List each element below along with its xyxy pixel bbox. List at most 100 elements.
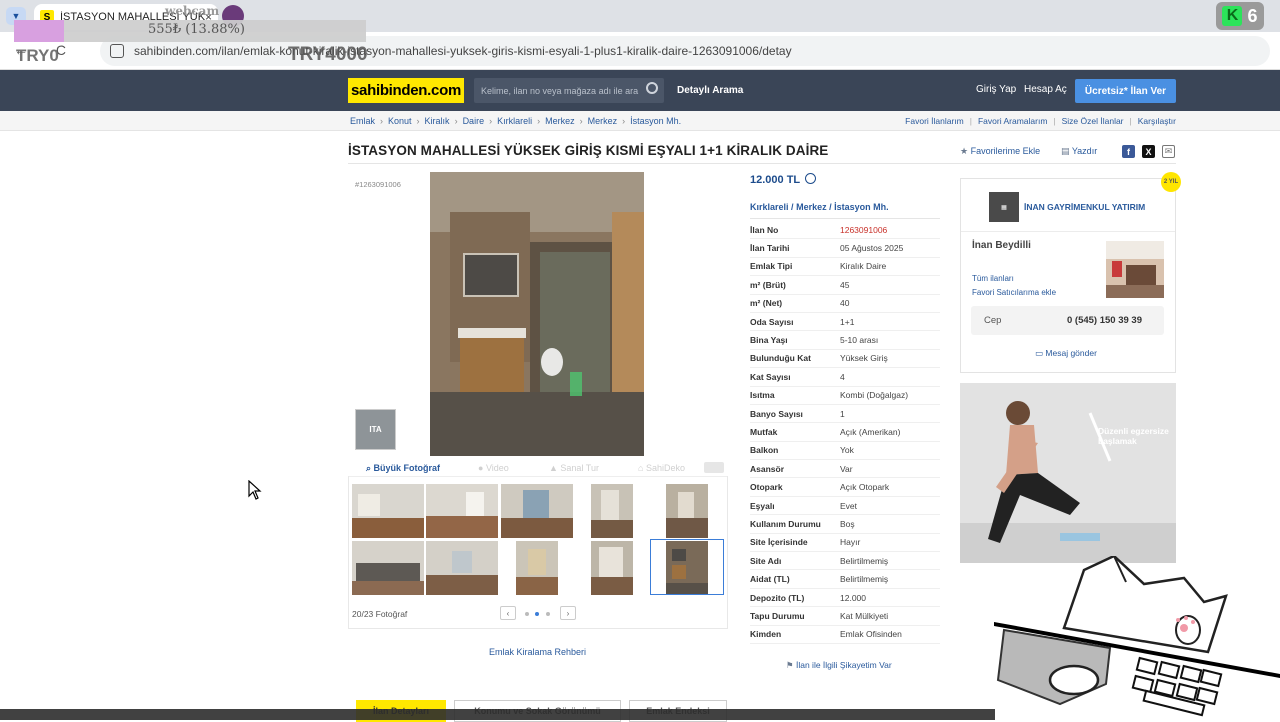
breadcrumb-item[interactable]: Emlak — [350, 116, 375, 126]
kick-logo-icon: K — [1222, 6, 1243, 26]
register-link[interactable]: Hesap Aç — [1024, 84, 1067, 95]
post-ad-button[interactable]: Ücretsiz* İlan Ver — [1075, 79, 1176, 103]
selected-thumbnail-frame — [650, 539, 724, 595]
agent-photo — [1106, 241, 1164, 298]
location-district[interactable]: Merkez — [796, 202, 827, 212]
breadcrumb-item[interactable]: Konut — [388, 116, 412, 126]
mail-icon[interactable]: ✉ — [1162, 145, 1175, 158]
info-row: Site Adı Belirtilmemiş — [750, 552, 940, 571]
phone-number[interactable]: 0 (545) 150 39 39 — [1067, 315, 1142, 326]
thumbnail[interactable] — [426, 484, 498, 538]
site-search-input[interactable]: Kelime, ilan no veya mağaza adı ile ara — [474, 78, 664, 103]
info-value: Var — [840, 463, 853, 474]
info-row: Asansör Var — [750, 460, 940, 479]
compare-link[interactable]: Karşılaştır — [1138, 116, 1176, 126]
page-dot[interactable] — [525, 612, 529, 616]
message-icon: ▭ — [1035, 348, 1046, 358]
info-row: Oda Sayısı 1+1 — [750, 313, 940, 332]
breadcrumb: Emlak › Konut › Kiralık › Daire › Kırklareli… — [350, 116, 682, 126]
advertisement[interactable] — [960, 383, 1176, 563]
site-settings-icon[interactable] — [110, 44, 124, 58]
ad-text: Düzenli egzersize başlamak — [1098, 426, 1169, 446]
info-value: Hayır — [840, 537, 861, 548]
info-row: Kimden Emlak Ofisinden — [750, 626, 940, 644]
special-listings-link[interactable]: Size Özel İlanlar — [1062, 116, 1124, 126]
info-value: Açık Otopark — [840, 482, 890, 493]
thumbnail[interactable] — [352, 484, 424, 538]
mouse-cursor-icon — [248, 480, 262, 500]
breadcrumb-item[interactable]: Kırklareli — [497, 116, 532, 126]
thumbnail[interactable] — [501, 484, 573, 538]
print-link[interactable]: ▤ Yazdır — [1061, 146, 1097, 157]
thumbnail[interactable] — [352, 541, 424, 595]
virtual-tour-tab[interactable]: ▲ Sanal Tur — [549, 463, 599, 473]
listing-price: 12.000 TL — [750, 174, 801, 186]
add-favorite-link[interactable]: ★ Favorilerime Ekle — [960, 146, 1040, 157]
big-photo-tab[interactable]: ⌕ Büyük Fotoğraf — [366, 463, 440, 474]
sahideco-tab[interactable]: ⌂ SahiDeko — [638, 463, 685, 473]
breadcrumb-item[interactable]: Merkez — [545, 116, 575, 126]
all-listings-link[interactable]: Tüm ilanları — [972, 274, 1014, 283]
favorite-searches-link[interactable]: Favori Aramalarım — [978, 116, 1047, 126]
stream-overlay-color-block — [14, 20, 64, 42]
thumbnail[interactable] — [516, 541, 558, 595]
info-key: Otopark — [750, 482, 783, 493]
listing-id: #1263091006 — [355, 180, 401, 189]
firm-name[interactable]: İNAN GAYRİMENKUL YATIRIM — [1024, 202, 1145, 212]
next-page-button[interactable]: › — [560, 606, 576, 620]
info-value: 05 Ağustos 2025 — [840, 243, 904, 254]
room-thumb — [501, 484, 573, 538]
breadcrumb-item[interactable]: Kiralık — [425, 116, 450, 126]
thumbnail[interactable] — [426, 541, 498, 595]
rent-guide-link[interactable]: Emlak Kiralama Rehberi — [489, 647, 586, 657]
thumbnail[interactable] — [666, 484, 708, 538]
sahideco-tab-label: SahiDeko — [645, 463, 685, 473]
printer-icon: ▤ — [1061, 146, 1072, 156]
info-row: Mutfak Açık (Amerikan) — [750, 423, 940, 442]
info-key: Site Adı — [750, 555, 782, 566]
info-key: Isıtma — [750, 390, 775, 401]
favorite-listings-link[interactable]: Favori İlanlarım — [905, 116, 964, 126]
facebook-icon[interactable]: f — [1122, 145, 1135, 158]
x-twitter-icon[interactable]: X — [1142, 145, 1155, 158]
thumbnail[interactable] — [591, 484, 633, 538]
search-icon[interactable] — [646, 82, 658, 94]
info-value: Açık (Amerikan) — [840, 426, 901, 437]
location-neighborhood[interactable]: İstasyon Mh. — [834, 202, 889, 212]
photo-count: 20/23 Fotoğraf — [352, 609, 408, 619]
info-row: Bina Yaşı 5-10 arası — [750, 331, 940, 350]
info-value: 5-10 arası — [840, 335, 879, 346]
send-message-link[interactable]: ▭ Mesaj gönder — [1035, 348, 1097, 359]
breadcrumb-item[interactable]: Daire — [463, 116, 485, 126]
info-key: Bulunduğu Kat — [750, 353, 811, 364]
info-row: Banyo Sayısı 1 — [750, 405, 940, 424]
info-row: Eşyalı Evet — [750, 497, 940, 516]
location-city[interactable]: Kırklareli — [750, 202, 789, 212]
site-logo[interactable]: sahibinden.com — [348, 78, 464, 103]
breadcrumb-item[interactable]: Merkez — [588, 116, 618, 126]
user-links: Favori İlanlarım | Favori Aramalarım | Siz… — [905, 116, 1176, 126]
main-photo[interactable] — [430, 172, 644, 456]
add-favorite-seller-link[interactable]: Favori Satıcılarıma ekle — [972, 288, 1056, 297]
phone-label: Cep — [984, 315, 1002, 326]
firm-logo[interactable]: ▦ — [989, 192, 1019, 222]
tour-icon: ▲ — [549, 463, 561, 473]
price-history-icon[interactable] — [805, 173, 816, 184]
video-tab[interactable]: ● Video — [478, 463, 509, 473]
detailed-search-link[interactable]: Detaylı Arama — [677, 85, 743, 96]
breadcrumb-item[interactable]: İstasyon Mh. — [630, 116, 681, 126]
complaint-link[interactable]: ⚑ İlan ile İlgili Şikayetim Var — [786, 660, 892, 671]
login-link[interactable]: Giriş Yap — [976, 84, 1016, 95]
info-key: İlan No — [750, 224, 779, 235]
info-value: Evet — [840, 500, 858, 511]
play-icon: ● — [478, 463, 486, 473]
info-value: Boş — [840, 518, 855, 529]
info-key: Emlak Tipi — [750, 261, 793, 272]
page-dot-active[interactable] — [535, 612, 539, 616]
page-dot[interactable] — [546, 612, 550, 616]
thumbnail[interactable] — [591, 541, 633, 595]
bongo-cat-icon — [994, 556, 1280, 717]
info-key: Kimden — [750, 629, 782, 640]
prev-page-button[interactable]: ‹ — [500, 606, 516, 620]
new-badge — [704, 462, 724, 473]
